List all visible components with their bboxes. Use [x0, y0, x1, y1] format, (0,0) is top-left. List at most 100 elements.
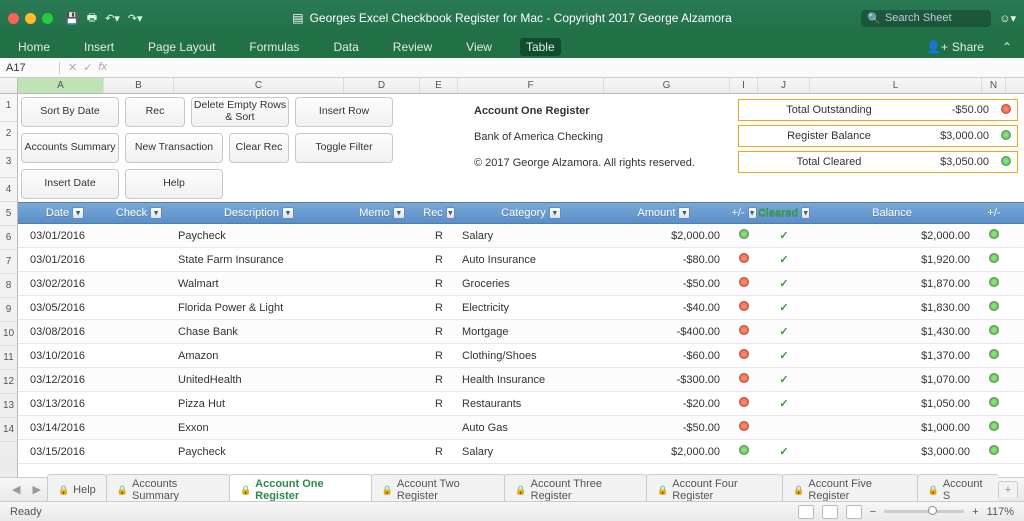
- col-header-N[interactable]: N: [982, 78, 1006, 93]
- col-header-G[interactable]: G: [604, 78, 730, 93]
- page-break-view-button[interactable]: [846, 505, 862, 519]
- accounts-summary-button[interactable]: Accounts Summary: [21, 133, 119, 163]
- next-sheet-icon[interactable]: ▶: [26, 483, 46, 496]
- cell-category[interactable]: Mortgage: [458, 326, 604, 338]
- share-button[interactable]: 👤+ Share ⌃: [926, 40, 1012, 54]
- ribbon-tab-insert[interactable]: Insert: [78, 38, 120, 56]
- sort-by-date-button[interactable]: Sort By Date: [21, 97, 119, 127]
- undo-icon[interactable]: ↶▾: [105, 12, 120, 25]
- minimize-icon[interactable]: [25, 13, 36, 24]
- cell-amount[interactable]: $2,000.00: [604, 230, 730, 242]
- user-icon[interactable]: ☺▾: [999, 12, 1016, 25]
- filter-icon[interactable]: ▼: [801, 207, 810, 219]
- cell-rec[interactable]: R: [420, 374, 458, 386]
- cell-balance[interactable]: $1,870.00: [810, 278, 982, 290]
- insert-row-button[interactable]: Insert Row: [295, 97, 393, 127]
- cell-date[interactable]: 03/01/2016: [18, 230, 104, 242]
- col--[interactable]: +/-: [982, 207, 1006, 219]
- cell-cleared[interactable]: [758, 349, 810, 362]
- new-transaction-button[interactable]: New Transaction: [125, 133, 223, 163]
- print-icon[interactable]: 🖶: [87, 9, 97, 28]
- cell-description[interactable]: Exxon: [174, 422, 344, 434]
- col-cleared[interactable]: Cleared▼: [758, 207, 810, 219]
- cell-category[interactable]: Health Insurance: [458, 374, 604, 386]
- help-button[interactable]: Help: [125, 169, 223, 199]
- zoom-slider[interactable]: [884, 510, 964, 513]
- row-header-4[interactable]: 4: [0, 178, 17, 202]
- table-row[interactable]: 03/01/2016PaycheckRSalary$2,000.00$2,000…: [18, 224, 1024, 248]
- close-icon[interactable]: [8, 13, 19, 24]
- cell-cleared[interactable]: [758, 229, 810, 242]
- col-header-A[interactable]: A: [18, 78, 104, 93]
- table-row[interactable]: 03/13/2016Pizza HutRRestaurants-$20.00$1…: [18, 392, 1024, 416]
- zoom-level[interactable]: 117%: [987, 506, 1014, 518]
- cell-amount[interactable]: -$50.00: [604, 278, 730, 290]
- col-date[interactable]: Date▼: [18, 207, 104, 219]
- cell-balance[interactable]: $1,000.00: [810, 422, 982, 434]
- col-header-E[interactable]: E: [420, 78, 458, 93]
- cell-description[interactable]: Walmart: [174, 278, 344, 290]
- cell-cleared[interactable]: [758, 253, 810, 266]
- cell-amount[interactable]: -$20.00: [604, 398, 730, 410]
- col-description[interactable]: Description▼: [174, 207, 344, 219]
- col-header-I[interactable]: I: [730, 78, 758, 93]
- cell-cleared[interactable]: [758, 397, 810, 410]
- cell-description[interactable]: UnitedHealth: [174, 374, 344, 386]
- cell-date[interactable]: 03/13/2016: [18, 398, 104, 410]
- cell-balance[interactable]: $1,920.00: [810, 254, 982, 266]
- clear-rec-button[interactable]: Clear Rec: [229, 133, 289, 163]
- col-memo[interactable]: Memo▼: [344, 207, 420, 219]
- cell-cleared[interactable]: [758, 445, 810, 458]
- col-header-D[interactable]: D: [344, 78, 420, 93]
- col-balance[interactable]: Balance: [810, 207, 982, 219]
- cell-description[interactable]: Amazon: [174, 350, 344, 362]
- page-layout-view-button[interactable]: [822, 505, 838, 519]
- table-row[interactable]: 03/10/2016AmazonRClothing/Shoes-$60.00$1…: [18, 344, 1024, 368]
- cell-category[interactable]: Salary: [458, 446, 604, 458]
- delete-empty-rows-sort-button[interactable]: Delete Empty Rows & Sort: [191, 97, 289, 127]
- spreadsheet-grid[interactable]: Sort By DateRecDelete Empty Rows & SortI…: [18, 94, 1024, 477]
- filter-icon[interactable]: ▼: [150, 207, 162, 219]
- table-row[interactable]: 03/14/2016ExxonAuto Gas-$50.00$1,000.00: [18, 416, 1024, 440]
- row-header-10[interactable]: 10: [0, 322, 17, 346]
- name-box[interactable]: A17: [0, 62, 60, 74]
- select-all-corner[interactable]: [0, 78, 18, 93]
- col-check[interactable]: Check▼: [104, 207, 174, 219]
- table-row[interactable]: 03/15/2016PaycheckRSalary$2,000.00$3,000…: [18, 440, 1024, 464]
- cell-balance[interactable]: $1,430.00: [810, 326, 982, 338]
- row-header-9[interactable]: 9: [0, 298, 17, 322]
- col-header-C[interactable]: C: [174, 78, 344, 93]
- row-header-12[interactable]: 12: [0, 370, 17, 394]
- filter-icon[interactable]: ▼: [446, 207, 455, 219]
- cell-category[interactable]: Clothing/Shoes: [458, 350, 604, 362]
- row-header-14[interactable]: 14: [0, 418, 17, 442]
- zoom-out-button[interactable]: −: [870, 506, 876, 518]
- ribbon-tab-data[interactable]: Data: [327, 38, 364, 56]
- col-header-L[interactable]: L: [810, 78, 982, 93]
- cell-category[interactable]: Electricity: [458, 302, 604, 314]
- cell-rec[interactable]: R: [420, 398, 458, 410]
- cell-balance[interactable]: $1,830.00: [810, 302, 982, 314]
- col-header-B[interactable]: B: [104, 78, 174, 93]
- cell-date[interactable]: 03/02/2016: [18, 278, 104, 290]
- filter-icon[interactable]: ▼: [748, 207, 757, 219]
- row-header-2[interactable]: 2: [0, 122, 17, 150]
- cell-amount[interactable]: -$80.00: [604, 254, 730, 266]
- save-icon[interactable]: 💾: [65, 12, 79, 25]
- cell-date[interactable]: 03/12/2016: [18, 374, 104, 386]
- cell-rec[interactable]: R: [420, 278, 458, 290]
- row-header-3[interactable]: 3: [0, 150, 17, 178]
- table-row[interactable]: 03/01/2016State Farm InsuranceRAuto Insu…: [18, 248, 1024, 272]
- row-header-7[interactable]: 7: [0, 250, 17, 274]
- table-row[interactable]: 03/05/2016Florida Power & LightRElectric…: [18, 296, 1024, 320]
- cell-category[interactable]: Restaurants: [458, 398, 604, 410]
- col-header-F[interactable]: F: [458, 78, 604, 93]
- cell-description[interactable]: State Farm Insurance: [174, 254, 344, 266]
- cell-rec[interactable]: R: [420, 446, 458, 458]
- cell-category[interactable]: Auto Gas: [458, 422, 604, 434]
- ribbon-tab-home[interactable]: Home: [12, 38, 56, 56]
- cell-description[interactable]: Florida Power & Light: [174, 302, 344, 314]
- cell-balance[interactable]: $1,050.00: [810, 398, 982, 410]
- cell-balance[interactable]: $1,370.00: [810, 350, 982, 362]
- cell-description[interactable]: Paycheck: [174, 446, 344, 458]
